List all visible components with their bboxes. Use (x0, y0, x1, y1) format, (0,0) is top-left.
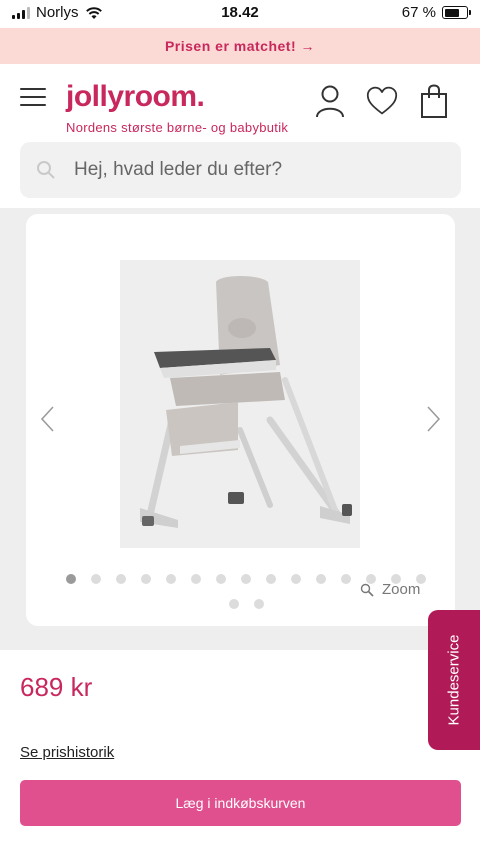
pagination-dot[interactable] (241, 574, 251, 584)
pagination-dot[interactable] (253, 599, 264, 609)
customer-service-label[interactable]: Kundeservice (446, 635, 463, 726)
battery-icon (442, 6, 471, 19)
pagination-dot[interactable] (341, 574, 351, 584)
product-price: 689 kr (20, 672, 93, 702)
logo[interactable]: jollyroom. (66, 80, 205, 114)
shopping-bag-icon[interactable] (418, 84, 450, 118)
promo-text[interactable]: Prisen er matchet! → (165, 38, 315, 54)
menu-icon[interactable] (20, 88, 46, 108)
customer-service-tab[interactable]: Kundeservice (428, 610, 480, 750)
wishlist-heart-icon[interactable] (366, 84, 398, 118)
status-right: 67 % (401, 4, 471, 21)
battery-percent: 67 % (401, 4, 436, 21)
search-bar[interactable] (20, 142, 461, 198)
zoom-magnifier-icon (360, 583, 374, 597)
pagination-dot[interactable] (191, 574, 201, 584)
next-image-arrow-icon[interactable] (423, 404, 443, 434)
zoom-button[interactable]: Zoom (360, 581, 420, 598)
header-actions (314, 84, 450, 118)
pagination-dot[interactable] (66, 574, 76, 584)
pagination-dot[interactable] (91, 574, 101, 584)
pagination-dot[interactable] (116, 574, 126, 584)
previous-image-arrow-icon[interactable] (38, 404, 58, 434)
site-header: jollyroom. Nordens største børne- og bab… (0, 64, 480, 140)
price-history-link[interactable]: Se prishistorik (20, 744, 114, 761)
search-icon (37, 161, 55, 179)
battery-fill (444, 8, 459, 17)
product-gallery[interactable]: Zoom (26, 214, 455, 626)
pagination-dot[interactable] (266, 574, 276, 584)
status-bar: Norlys 18.42 67 % (0, 0, 480, 27)
promo-banner[interactable]: Prisen er matchet! → (0, 28, 480, 64)
pagination-dot[interactable] (166, 574, 176, 584)
pagination-dot[interactable] (291, 574, 301, 584)
pagination-dot[interactable] (228, 599, 239, 609)
zoom-label[interactable]: Zoom (382, 581, 420, 598)
pagination-dot[interactable] (141, 574, 151, 584)
product-image[interactable] (120, 260, 360, 548)
search-input[interactable] (74, 152, 444, 188)
pagination-dot[interactable] (216, 574, 226, 584)
tagline: Nordens største børne- og babybutik (66, 120, 289, 135)
add-to-cart-button[interactable]: Læg i indkøbskurven (20, 780, 461, 826)
pagination-dot[interactable] (316, 574, 326, 584)
account-icon[interactable] (314, 84, 346, 118)
